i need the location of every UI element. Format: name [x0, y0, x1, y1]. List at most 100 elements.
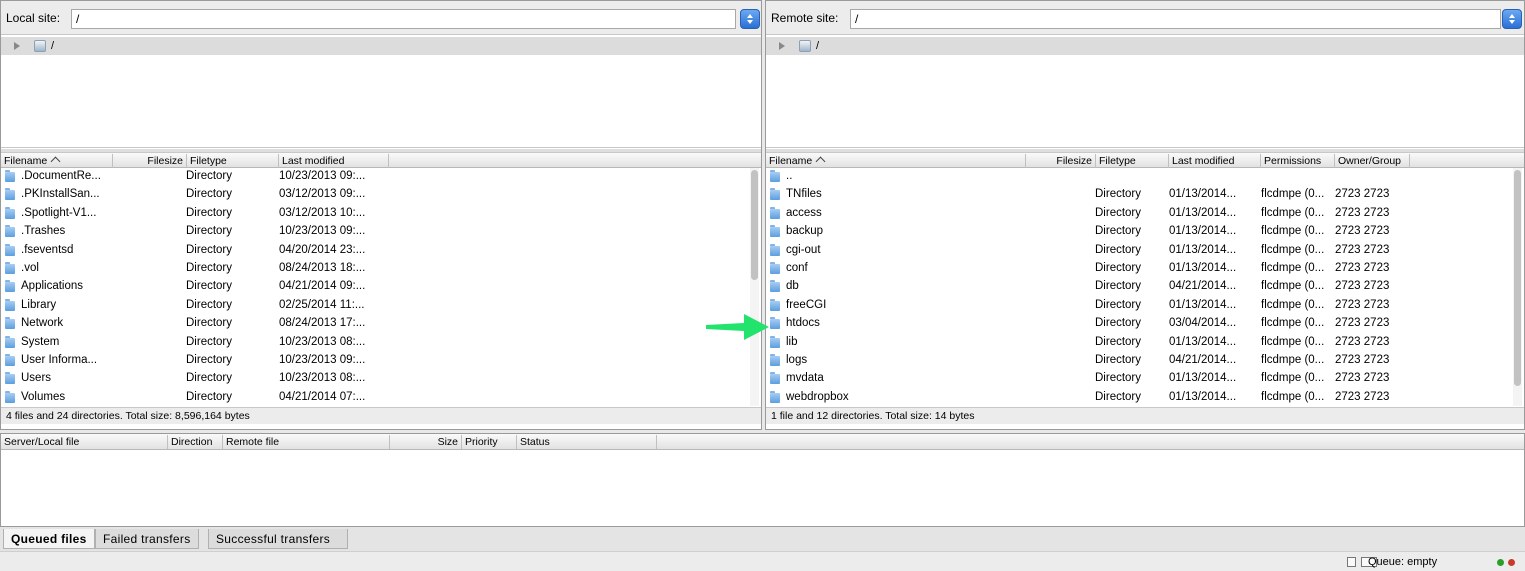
local-col-filename[interactable]: Filename	[1, 154, 113, 168]
folder-icon	[5, 188, 15, 201]
file-last-modified: 10/23/2013 09:...	[279, 354, 366, 366]
remote-file-row[interactable]: backup Directory 01/13/2014... flcdmpe (0..…	[766, 223, 1524, 241]
local-directory-tree[interactable]: /	[1, 35, 761, 148]
remote-col-filesize[interactable]: Filesize	[1026, 154, 1096, 168]
remote-col-filetype[interactable]: Filetype	[1096, 154, 1169, 168]
remote-status-line: 1 file and 12 directories. Total size: 1…	[766, 407, 1524, 424]
remote-file-row[interactable]: access Directory 01/13/2014... flcdmpe (0..…	[766, 205, 1524, 223]
sort-ascending-icon	[50, 156, 61, 167]
file-name: Applications	[21, 280, 84, 293]
local-site-input[interactable]	[71, 9, 736, 29]
file-name: .vol	[21, 262, 39, 274]
queue-col-direction[interactable]: Direction	[168, 435, 223, 449]
activity-led-red-icon	[1508, 559, 1515, 566]
remote-file-row[interactable]: cgi-out Directory 01/13/2014... flcdmpe (0.…	[766, 242, 1524, 260]
tab-queued-files[interactable]: Queued files	[3, 529, 95, 549]
folder-icon	[770, 317, 780, 330]
local-scroll-thumb[interactable]	[751, 170, 758, 280]
local-list-scrollbar[interactable]	[750, 168, 759, 406]
local-file-row[interactable]: .DocumentRe... Directory 10/23/2013 09:...	[1, 168, 761, 186]
local-file-row[interactable]: Library Directory 02/25/2014 11:...	[1, 297, 761, 315]
file-last-modified: 01/13/2014...	[1169, 298, 1237, 311]
file-owner-group: 2723 2723	[1335, 243, 1390, 256]
tab-successful-transfers[interactable]: Successful transfers	[208, 529, 348, 549]
file-owner-group: 2723 2723	[1335, 206, 1390, 219]
local-col-filesize[interactable]: Filesize	[113, 154, 187, 168]
remote-file-list[interactable]: .. TNfiles Directory 01/13/2014... flcdmpe (…	[766, 168, 1524, 406]
queue-col-priority[interactable]: Priority	[462, 435, 517, 449]
folder-icon	[5, 317, 15, 330]
local-col-filetype[interactable]: Filetype	[187, 154, 279, 168]
folder-icon	[770, 298, 780, 311]
file-permissions: flcdmpe (0...	[1261, 372, 1325, 385]
file-name: Users	[21, 372, 52, 385]
file-owner-group: 2723 2723	[1335, 262, 1390, 274]
file-last-modified: 04/20/2014 23:...	[279, 243, 366, 256]
local-file-row[interactable]: Volumes Directory 04/21/2014 07:...	[1, 389, 761, 406]
file-last-modified: 04/21/2014...	[1169, 354, 1237, 366]
remote-site-input[interactable]	[850, 9, 1501, 29]
local-col-last-modified[interactable]: Last modified	[279, 154, 389, 168]
remote-file-row[interactable]: TNfiles Directory 01/13/2014... flcdmpe (0.…	[766, 186, 1524, 204]
file-last-modified: 01/13/2014...	[1169, 225, 1237, 238]
local-file-row[interactable]: .Trashes Directory 10/23/2013 09:...	[1, 223, 761, 241]
drive-icon	[34, 40, 46, 52]
remote-file-row[interactable]: htdocs Directory 03/04/2014... flcdmpe (0..…	[766, 315, 1524, 333]
tab-failed-transfers[interactable]: Failed transfers	[95, 529, 199, 549]
queue-col-server-local-file[interactable]: Server/Local file	[1, 435, 168, 449]
local-site-dropdown-button[interactable]	[740, 9, 760, 29]
remote-file-row[interactable]: ..	[766, 168, 1524, 186]
remote-col-filename[interactable]: Filename	[766, 154, 1026, 168]
local-tree-root-label: /	[51, 40, 55, 52]
file-name: .PKInstallSan...	[21, 188, 100, 201]
file-last-modified: 10/23/2013 09:...	[279, 225, 366, 238]
remote-scroll-thumb[interactable]	[1514, 170, 1521, 386]
queue-col-size[interactable]: Size	[390, 435, 462, 449]
folder-icon	[5, 298, 15, 311]
file-name: cgi-out	[786, 243, 821, 256]
local-file-row[interactable]: .Spotlight-V1... Directory 03/12/2013 10:.…	[1, 205, 761, 223]
local-file-row[interactable]: User Informa... Directory 10/23/2013 09:..…	[1, 352, 761, 370]
folder-icon	[770, 390, 780, 403]
file-owner-group: 2723 2723	[1335, 390, 1390, 403]
file-type: Directory	[1095, 335, 1142, 348]
remote-col-permissions[interactable]: Permissions	[1261, 154, 1335, 168]
remote-col-owner-group[interactable]: Owner/Group	[1335, 154, 1410, 168]
remote-file-row[interactable]: webdropbox Directory 01/13/2014... flcdmpe …	[766, 389, 1524, 406]
file-owner-group: 2723 2723	[1335, 188, 1390, 201]
queue-col-status[interactable]: Status	[517, 435, 657, 449]
remote-tree-root-row[interactable]: /	[766, 37, 1524, 55]
file-last-modified: 04/21/2014 07:...	[279, 390, 366, 403]
remote-col-last-modified[interactable]: Last modified	[1169, 154, 1261, 168]
transfer-queue-pane[interactable]: Server/Local file Direction Remote file …	[0, 433, 1525, 527]
file-permissions: flcdmpe (0...	[1261, 206, 1325, 219]
local-file-row[interactable]: Applications Directory 04/21/2014 09:...	[1, 278, 761, 296]
remote-directory-tree[interactable]: /	[766, 35, 1524, 148]
remote-file-row[interactable]: mvdata Directory 01/13/2014... flcdmpe (0..…	[766, 370, 1524, 388]
remote-file-row[interactable]: db Directory 04/21/2014... flcdmpe (0... 272…	[766, 278, 1524, 296]
local-file-row[interactable]: Users Directory 10/23/2013 08:...	[1, 370, 761, 388]
file-permissions: flcdmpe (0...	[1261, 225, 1325, 238]
file-last-modified: 08/24/2013 17:...	[279, 317, 366, 330]
file-type: Directory	[186, 372, 233, 385]
file-last-modified: 01/13/2014...	[1169, 188, 1237, 201]
expand-arrow-icon[interactable]	[779, 42, 785, 50]
local-file-row[interactable]: .PKInstallSan... Directory 03/12/2013 09:.…	[1, 186, 761, 204]
local-file-row[interactable]: .vol Directory 08/24/2013 18:...	[1, 260, 761, 278]
remote-site-dropdown-button[interactable]	[1502, 9, 1522, 29]
expand-arrow-icon[interactable]	[14, 42, 20, 50]
local-file-row[interactable]: System Directory 10/23/2013 08:...	[1, 334, 761, 352]
remote-file-row[interactable]: conf Directory 01/13/2014... flcdmpe (0... 2…	[766, 260, 1524, 278]
remote-list-scrollbar[interactable]	[1513, 168, 1522, 406]
remote-file-row[interactable]: logs Directory 04/21/2014... flcdmpe (0... 2…	[766, 352, 1524, 370]
file-owner-group: 2723 2723	[1335, 372, 1390, 385]
file-type: Directory	[1095, 280, 1142, 293]
remote-file-row[interactable]: lib Directory 01/13/2014... flcdmpe (0... 27…	[766, 334, 1524, 352]
local-list-header: Filename Filesize Filetype Last modified	[1, 152, 761, 168]
queue-col-remote-file[interactable]: Remote file	[223, 435, 390, 449]
local-file-row[interactable]: .fseventsd Directory 04/20/2014 23:...	[1, 242, 761, 260]
local-tree-root-row[interactable]: /	[1, 37, 761, 55]
remote-file-row[interactable]: freeCGI Directory 01/13/2014... flcdmpe (0.…	[766, 297, 1524, 315]
local-file-list[interactable]: .DocumentRe... Directory 10/23/2013 09:...…	[1, 168, 761, 406]
local-file-row[interactable]: Network Directory 08/24/2013 17:...	[1, 315, 761, 333]
